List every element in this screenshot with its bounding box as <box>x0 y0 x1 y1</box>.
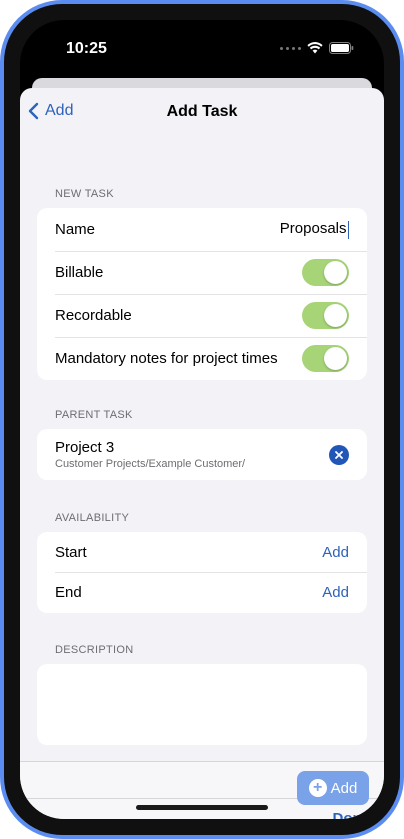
end-add-button[interactable]: Add <box>322 584 349 601</box>
new-task-header: New Task <box>55 188 114 200</box>
mandatory-notes-label: Mandatory notes for project times <box>55 350 278 367</box>
parent-task-path: Customer Projects/Example Customer/ <box>55 458 246 470</box>
status-bar: 10:25 <box>20 20 384 80</box>
close-icon <box>335 450 343 459</box>
new-task-group: Name Proposals Billable Recordable Manda… <box>37 208 367 380</box>
parent-task-header: Parent Task <box>55 409 133 421</box>
description-field[interactable] <box>37 664 367 745</box>
parent-task-text: Project 3 Customer Projects/Example Cust… <box>55 439 329 470</box>
cellular-signal-icon <box>280 46 301 50</box>
clear-parent-button[interactable] <box>329 444 349 465</box>
bottom-toolbar: + Add Done <box>20 761 384 819</box>
home-indicator <box>136 805 268 810</box>
description-header: Description <box>55 644 134 656</box>
name-value: Proposals <box>279 220 347 238</box>
start-label: Start <box>55 543 87 561</box>
status-icons <box>280 42 354 54</box>
navigation-bar: Add Add Task <box>20 88 384 136</box>
recordable-toggle[interactable] <box>302 302 349 329</box>
add-button-label: Add <box>330 779 358 797</box>
start-add-button[interactable]: Add <box>322 544 349 561</box>
description-value <box>37 664 367 688</box>
plus-icon: + <box>308 779 327 797</box>
add-button[interactable]: + Add <box>297 771 369 805</box>
add-task-sheet: Add Add Task New Task Name Proposals Bil… <box>20 88 384 819</box>
screen: 10:25 Add Add Task NEW TASK Name Proposa… <box>20 20 384 819</box>
parent-task-row[interactable]: Project 3 Customer Projects/Example Cust… <box>37 429 367 480</box>
parent-task-group: Project 3 Customer Projects/Example Cust… <box>37 429 367 480</box>
start-row: Start Add <box>37 532 367 572</box>
mandatory-notes-toggle[interactable] <box>302 345 349 372</box>
name-label: Name <box>55 221 96 238</box>
end-row: End Add <box>37 572 367 613</box>
name-row[interactable]: Name Proposals <box>37 208 367 251</box>
recordable-label: Recordable <box>55 307 132 324</box>
wifi-icon <box>307 42 323 54</box>
end-label: End <box>55 584 82 601</box>
availability-header: Availability <box>55 512 130 524</box>
text-caret <box>347 220 349 239</box>
battery-icon <box>329 42 354 54</box>
mandatory-notes-row: Mandatory notes for project times <box>37 337 367 380</box>
name-field[interactable]: Proposals <box>279 220 349 239</box>
parent-task-title: Project 3 <box>55 439 115 456</box>
availability-group: Start Add End Add <box>37 532 367 613</box>
page-title: Add Task <box>166 103 238 120</box>
status-time: 10:25 <box>66 40 107 57</box>
done-button[interactable]: Done <box>333 810 371 819</box>
billable-label: Billable <box>55 264 104 281</box>
recordable-row: Recordable <box>37 294 367 337</box>
billable-row: Billable <box>37 251 367 294</box>
billable-toggle[interactable] <box>302 259 349 286</box>
